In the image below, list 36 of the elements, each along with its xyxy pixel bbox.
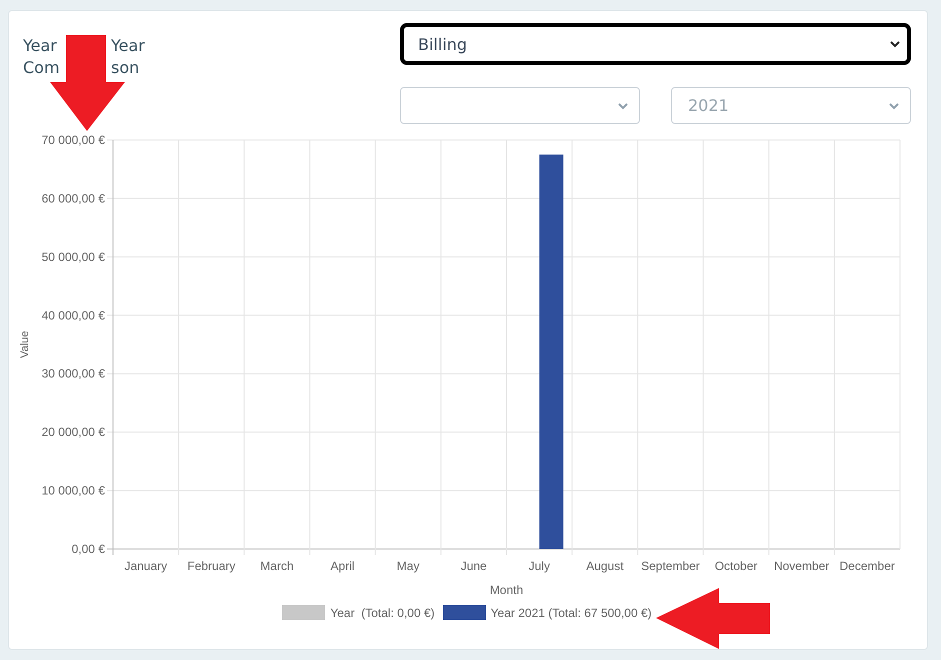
x-tick-label: November [774,559,830,573]
x-tick-label: July [528,559,550,573]
x-tick-label: October [714,559,758,573]
x-tick-label: December [840,559,895,573]
y-tick-label: 30 000,00 € [42,366,105,381]
card-title: Year [111,35,145,57]
legend-swatch [442,605,486,620]
x-tick-label: March [260,559,294,573]
y-tick-label: 60 000,00 € [42,191,105,206]
left-arrow-icon [656,588,771,649]
x-tick-label: February [187,559,236,573]
y-axis-title: Value [19,330,31,358]
chevron-down-icon [889,40,901,48]
y-tick-label: 70 000,00 € [42,133,105,147]
x-tick-label: May [396,559,420,573]
compare-year-select[interactable] [400,87,640,124]
x-tick-label: January [124,559,168,573]
x-tick-label: June [460,559,487,573]
y-tick-label: 50 000,00 € [42,250,105,264]
y-tick-label: 20 000,00 € [42,425,105,440]
legend-label: Year (Total: 0,00 €) [330,606,435,620]
x-axis-title: Month [490,583,524,597]
metric-select[interactable]: Billing [400,23,911,65]
x-tick-label: September [641,559,700,573]
card-title: son [111,57,140,79]
x-tick-label: April [330,559,355,573]
y-tick-label: 0,00 € [72,542,105,556]
legend-swatch [282,605,326,620]
x-tick-label: August [586,559,624,573]
legend-label: Year 2021 (Total: 67 500,00 €) [490,606,652,620]
chevron-down-icon [617,102,629,110]
card-title: Year [23,35,58,57]
y-tick-label: 40 000,00 € [42,308,105,322]
chevron-down-icon [888,102,900,110]
y-tick-label: 10 000,00 € [42,484,105,498]
card-title: Com [23,57,61,79]
